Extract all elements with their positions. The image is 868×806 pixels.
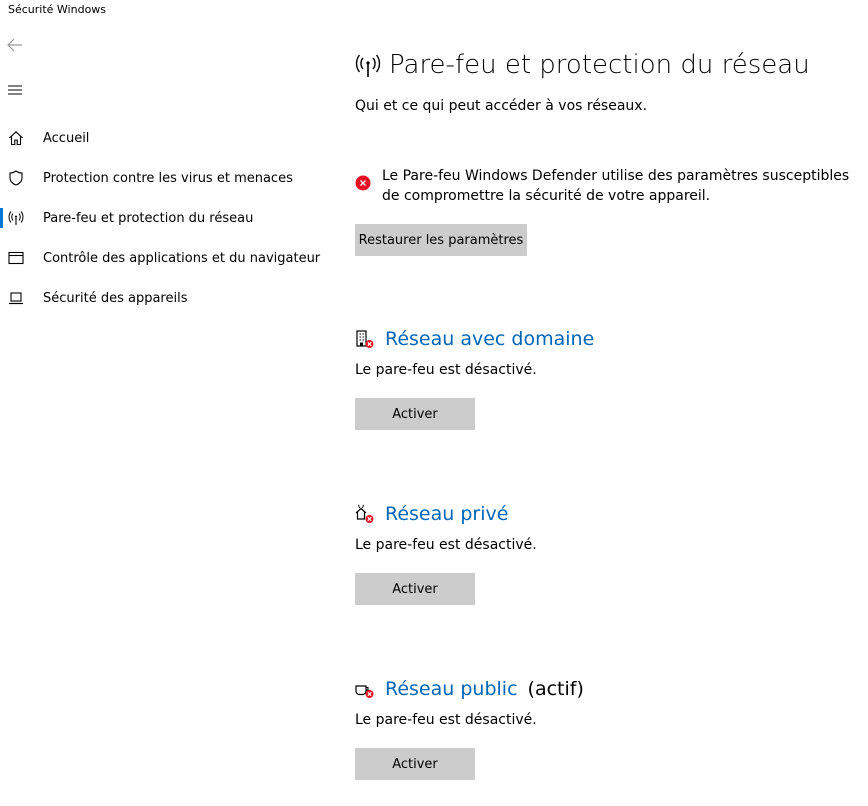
page-title: Pare-feu et protection du réseau [389, 50, 810, 80]
wireless-antenna-icon [355, 52, 381, 78]
app-title: Sécurité Windows [8, 3, 107, 16]
back-button[interactable] [2, 32, 28, 58]
home-icon [7, 130, 25, 146]
sidebar-item-app-browser-control[interactable]: Contrôle des applications et du navigate… [0, 238, 330, 278]
sidebar-item-label: Contrôle des applications et du navigate… [43, 250, 321, 266]
sidebar-item-label: Protection contre les virus et menaces [43, 170, 293, 186]
sidebar-item-firewall[interactable]: Pare-feu et protection du réseau [0, 198, 330, 238]
restore-settings-button[interactable]: Restaurer les paramètres [355, 224, 527, 256]
page-subtitle: Qui et ce qui peut accéder à vos réseaux… [355, 98, 648, 114]
sidebar-item-virus-protection[interactable]: Protection contre les virus et menaces [0, 158, 330, 198]
activate-private-button[interactable]: Activer [355, 573, 475, 605]
sidebar-item-home[interactable]: Accueil [0, 118, 330, 158]
sidebar-item-label: Sécurité des appareils [43, 290, 188, 306]
section-header: Réseau avec domaine [355, 325, 604, 353]
section-header: Réseau privé [355, 500, 518, 528]
error-x-icon [355, 175, 371, 191]
public-network-link[interactable]: Réseau public [385, 678, 518, 700]
hamburger-menu-icon [8, 85, 22, 95]
public-network-icon [355, 679, 375, 699]
private-network-icon [355, 504, 375, 524]
domain-network-icon [355, 329, 375, 349]
firewall-status: Le pare-feu est désactivé. [355, 537, 537, 553]
domain-network-link[interactable]: Réseau avec domaine [385, 328, 594, 350]
back-arrow-icon [7, 38, 22, 52]
shield-icon [7, 170, 25, 186]
active-label: (actif) [527, 678, 584, 700]
warning-text: Le Pare-feu Windows Defender utilise des… [382, 168, 850, 204]
firewall-status: Le pare-feu est désactivé. [355, 712, 537, 728]
sidebar-item-device-security[interactable]: Sécurité des appareils [0, 278, 330, 318]
wireless-antenna-icon [7, 210, 25, 226]
browser-window-icon [7, 250, 25, 266]
firewall-status: Le pare-feu est désactivé. [355, 362, 537, 378]
section-header: Réseau public (actif) [355, 675, 584, 703]
menu-button[interactable] [2, 77, 28, 103]
activate-public-button[interactable]: Activer [355, 748, 475, 780]
page-heading: Pare-feu et protection du réseau [355, 50, 810, 80]
sidebar-item-label: Pare-feu et protection du réseau [43, 210, 254, 226]
activate-domain-button[interactable]: Activer [355, 398, 475, 430]
laptop-icon [7, 290, 25, 306]
sidebar-nav: Accueil Protection contre les virus et m… [0, 118, 330, 318]
private-network-link[interactable]: Réseau privé [385, 503, 508, 525]
sidebar-item-label: Accueil [43, 130, 90, 146]
